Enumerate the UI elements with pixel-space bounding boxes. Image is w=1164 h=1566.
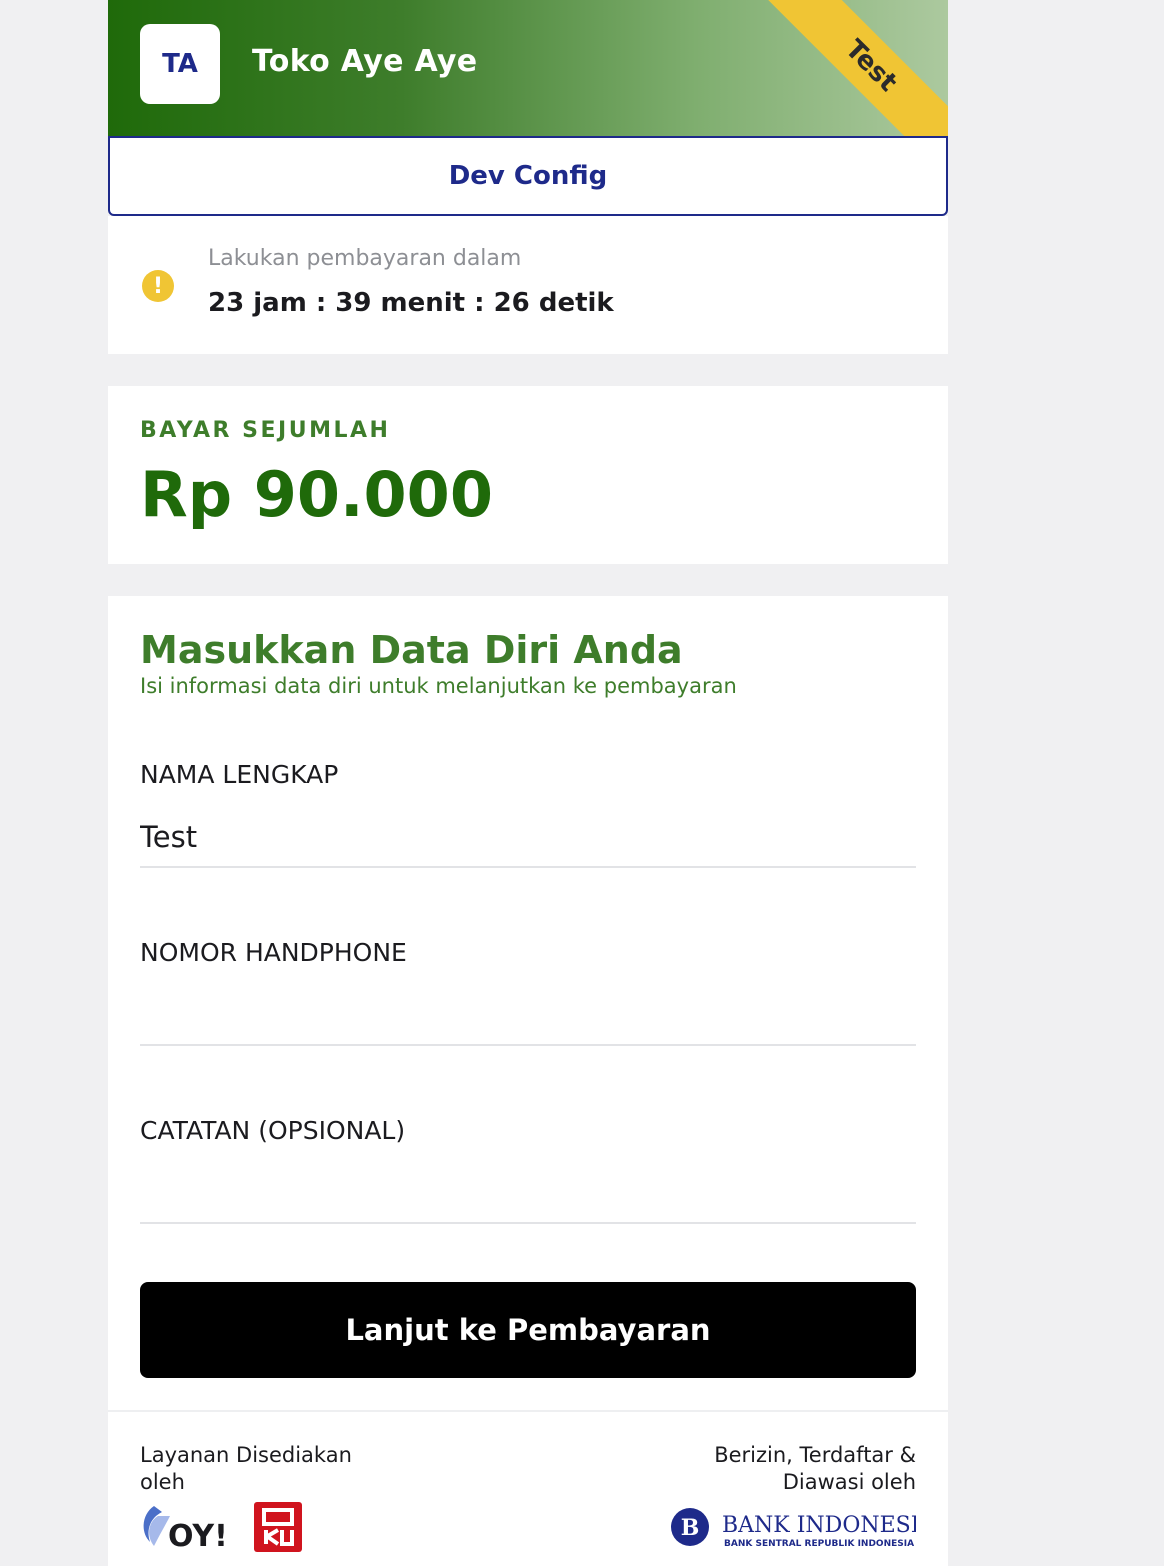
svg-text:B: B: [681, 1515, 700, 1541]
phone-label: NOMOR HANDPHONE: [140, 938, 407, 967]
full-name-input[interactable]: [140, 808, 916, 868]
amount-card: BAYAR SEJUMLAH Rp 90.000: [108, 386, 948, 564]
amount-label: BAYAR SEJUMLAH: [140, 418, 391, 443]
form-title: Masukkan Data Diri Anda: [140, 628, 683, 672]
checkout-page: TA Toko Aye Aye Test Dev Config ! Lakuka…: [108, 0, 948, 1566]
merchant-header: TA Toko Aye Aye Test: [108, 0, 948, 136]
doku-logo: [254, 1502, 302, 1552]
form-subtitle: Isi informasi data diri untuk melanjutka…: [140, 674, 737, 698]
bi-name: BANK INDONESIA: [722, 1513, 916, 1538]
phone-field: NOMOR HANDPHONE: [140, 938, 916, 1088]
notes-input[interactable]: [140, 1164, 916, 1224]
test-ribbon-label: Test: [735, 0, 948, 136]
full-name-label: NAMA LENGKAP: [140, 760, 339, 789]
merchant-avatar: TA: [140, 24, 220, 104]
bi-subtitle: BANK SENTRAL REPUBLIK INDONESIA: [724, 1539, 914, 1549]
oy-logo-text: OY!: [168, 1519, 226, 1552]
provider-text: Layanan Disediakan oleh: [140, 1443, 352, 1494]
dev-config-button[interactable]: Dev Config: [108, 136, 948, 216]
bank-indonesia-logo: B BANK INDONESIA BANK SENTRAL REPUBLIK I…: [671, 1508, 916, 1549]
merchant-name: Toko Aye Aye: [252, 44, 478, 79]
timer-countdown: 23 jam : 39 menit : 26 detik: [208, 288, 614, 318]
amount-value: Rp 90.000: [140, 458, 493, 531]
full-name-field: NAMA LENGKAP: [140, 760, 916, 910]
notes-label: CATATAN (OPSIONAL): [140, 1116, 406, 1145]
regulator-text: Berizin, Terdaftar & Diawasi oleh: [714, 1443, 916, 1494]
notes-field: CATATAN (OPSIONAL): [140, 1116, 916, 1266]
test-ribbon: Test: [708, 0, 948, 136]
phone-input[interactable]: [140, 986, 916, 1046]
customer-form: Masukkan Data Diri Anda Isi informasi da…: [108, 596, 948, 1566]
timer-label: Lakukan pembayaran dalam: [208, 246, 522, 271]
continue-payment-button[interactable]: Lanjut ke Pembayaran: [140, 1282, 916, 1378]
warning-icon: !: [142, 270, 174, 302]
oy-logo: OY!: [143, 1506, 226, 1552]
footer-divider: [108, 1410, 948, 1412]
payment-timer: ! Lakukan pembayaran dalam 23 jam : 39 m…: [108, 216, 948, 354]
